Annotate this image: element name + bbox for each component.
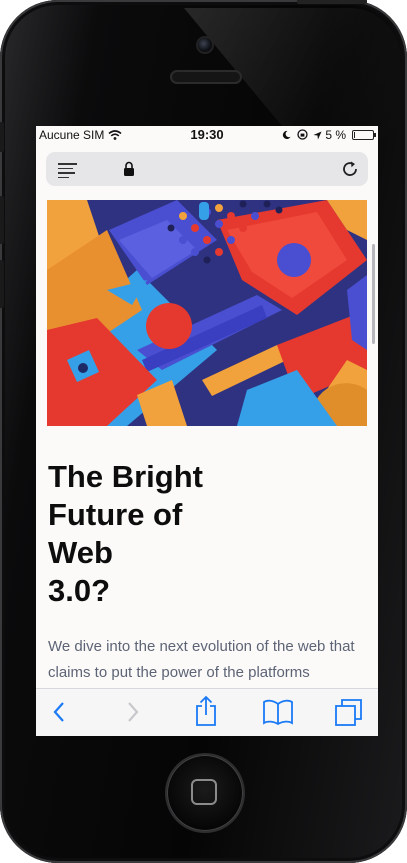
orientation-lock-icon — [296, 129, 308, 140]
reader-menu-icon[interactable] — [58, 163, 77, 178]
url-bar[interactable] — [46, 152, 368, 186]
article-title-line: Web — [48, 535, 113, 570]
browser-toolbar — [36, 688, 378, 736]
article-title-line: Future of — [48, 497, 183, 532]
bookmarks-icon[interactable] — [262, 698, 294, 726]
lock-icon — [124, 161, 134, 176]
forward-icon[interactable] — [124, 699, 142, 725]
article-title-line: 3.0? — [48, 573, 111, 608]
status-right: 5 % — [282, 128, 346, 142]
share-icon[interactable] — [194, 695, 218, 727]
earpiece-speaker — [170, 70, 242, 84]
screen: Aucune SIM 19:30 5 % The Bright Future o… — [36, 126, 378, 736]
back-icon[interactable] — [50, 699, 68, 725]
battery-icon — [352, 130, 376, 140]
power-button — [297, 0, 367, 4]
volume-up-button — [0, 196, 4, 244]
moon-icon — [283, 130, 291, 140]
mute-switch — [0, 122, 4, 152]
article-intro: We dive into the next evolution of the w… — [48, 638, 355, 681]
article-title: The Bright Future of Web 3.0? — [48, 458, 348, 610]
tabs-icon[interactable] — [334, 697, 364, 727]
location-icon — [313, 131, 322, 140]
volume-down-button — [0, 260, 4, 308]
home-square-icon — [191, 779, 217, 805]
status-bar: Aucune SIM 19:30 5 % — [36, 126, 378, 144]
front-camera — [198, 38, 212, 52]
battery-fill — [354, 132, 355, 138]
hero-image — [47, 200, 367, 426]
phone-frame: Aucune SIM 19:30 5 % The Bright Future o… — [0, 0, 407, 863]
reload-icon[interactable] — [340, 159, 360, 179]
battery-percent: 5 % — [325, 128, 346, 142]
scrollbar[interactable] — [372, 244, 375, 344]
home-button[interactable] — [167, 755, 243, 831]
article-title-line: The Bright — [48, 459, 203, 494]
